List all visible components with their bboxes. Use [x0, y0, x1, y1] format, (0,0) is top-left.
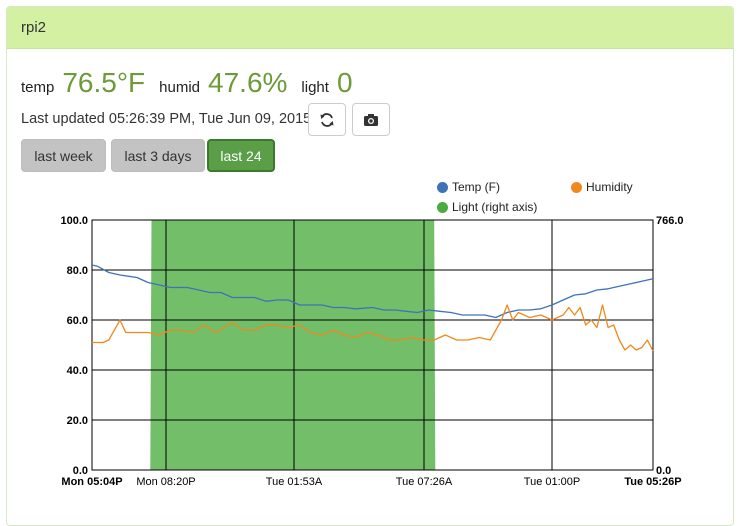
- humid-value: 47.6%: [208, 67, 288, 98]
- temp-value: 76.5°F: [62, 67, 146, 98]
- light-label: light: [301, 79, 329, 96]
- legend-light-swatch: [437, 201, 448, 213]
- legend-humidity-swatch: [571, 181, 582, 193]
- range-last-3-days-button[interactable]: last 3 days: [111, 139, 205, 172]
- legend-light[interactable]: Light (right axis): [437, 200, 537, 214]
- refresh-button[interactable]: [308, 103, 346, 136]
- snapshot-button[interactable]: [352, 103, 390, 136]
- legend-temp-label: Temp (F): [452, 180, 500, 194]
- legend-humidity-label: Humidity: [586, 180, 633, 194]
- legend-light-label: Light (right axis): [452, 200, 538, 214]
- camera-icon: [364, 113, 378, 126]
- humid-label: humid: [159, 79, 201, 96]
- range-last-24-button[interactable]: last 24: [207, 139, 275, 172]
- light-value: 0: [336, 67, 353, 98]
- legend-temp[interactable]: Temp (F): [437, 180, 500, 194]
- refresh-icon: [320, 112, 334, 127]
- current-readings: temp 76.5°F humid 47.6% light 0: [21, 67, 367, 99]
- panel-heading: rpi2: [7, 7, 733, 49]
- range-last-week-button[interactable]: last week: [21, 139, 106, 172]
- last-updated-text: Last updated 05:26:39 PM, Tue Jun 09, 20…: [21, 111, 312, 127]
- device-name: rpi2: [21, 19, 47, 36]
- legend-humidity[interactable]: Humidity: [571, 180, 633, 194]
- temp-label: temp: [21, 79, 55, 96]
- device-panel: rpi2 temp 76.5°F humid 47.6% light 0 Las…: [6, 6, 734, 526]
- legend-temp-swatch: [437, 181, 448, 193]
